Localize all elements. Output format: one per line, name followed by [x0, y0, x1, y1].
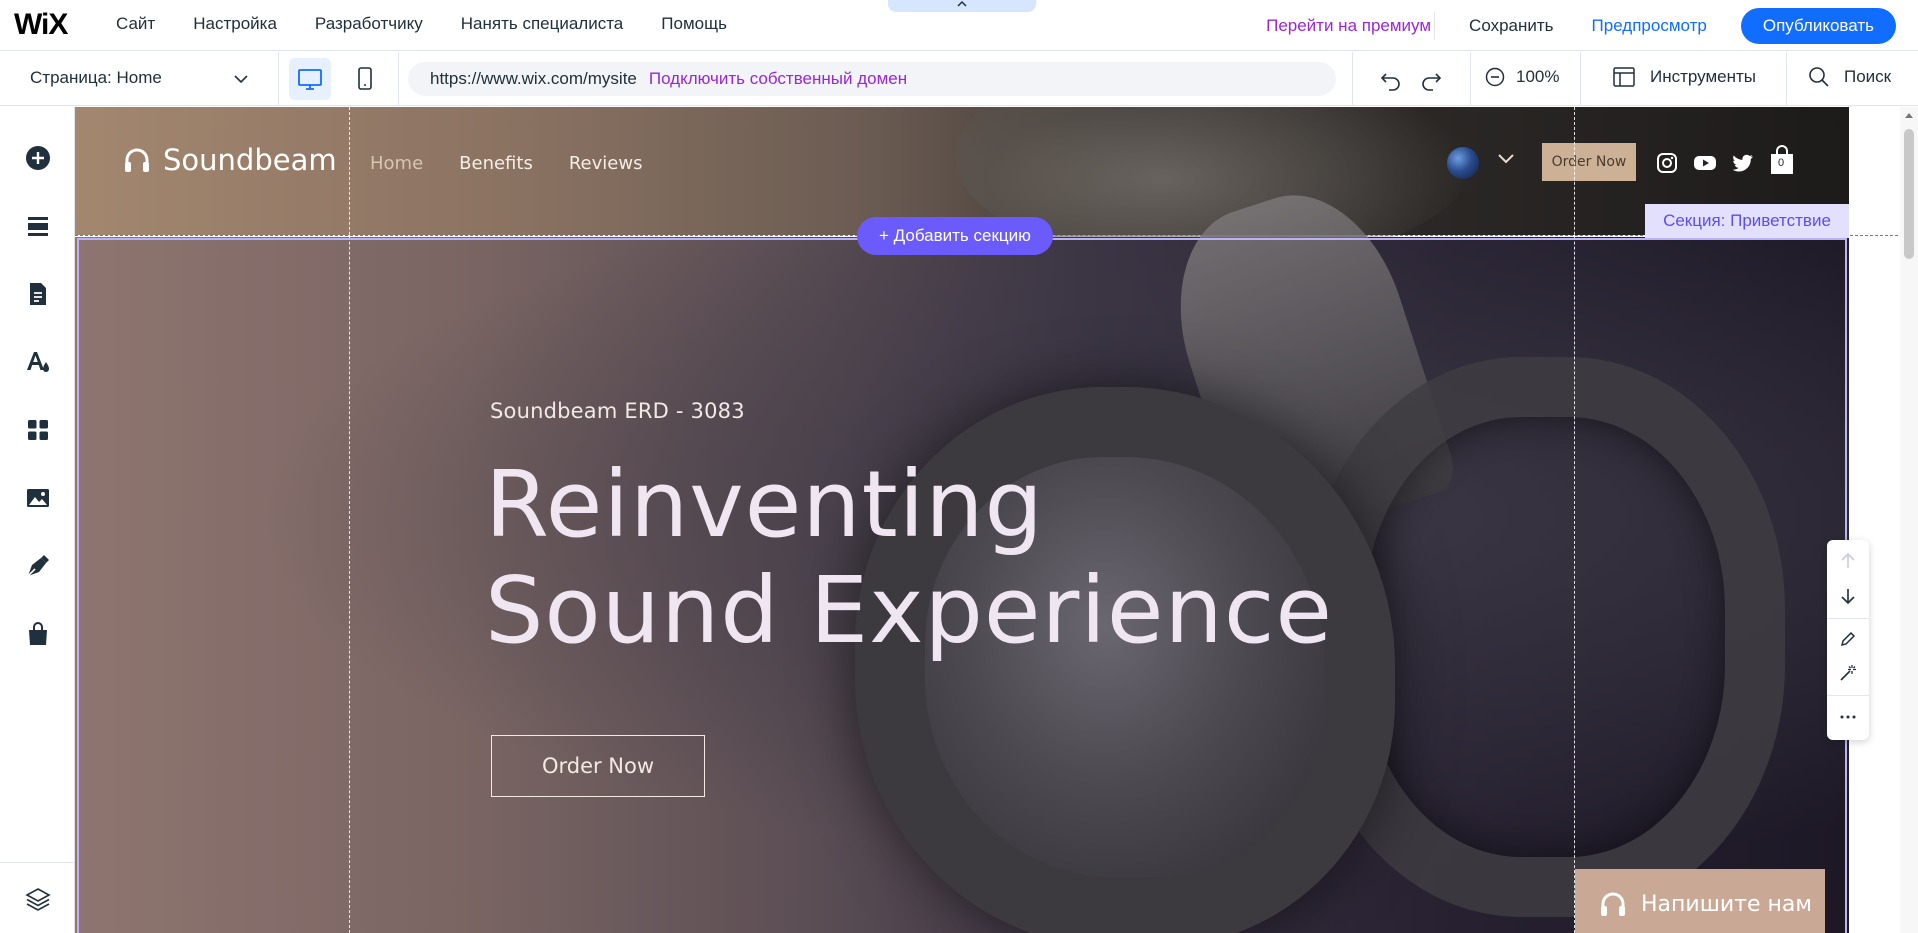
tools-label: Инструменты [1650, 67, 1757, 86]
divider [398, 52, 399, 106]
brand-name: Soundbeam [163, 143, 337, 177]
divider [1352, 52, 1353, 106]
mobile-view-button[interactable] [344, 58, 386, 100]
magic-wand-icon[interactable] [1835, 660, 1861, 686]
search-label: Поиск [1844, 67, 1892, 86]
canvas-scrollbar[interactable] [1900, 107, 1918, 933]
divider [278, 52, 279, 106]
media-icon[interactable] [24, 484, 52, 512]
publish-button[interactable]: Опубликовать [1740, 7, 1896, 44]
site-url-bar[interactable]: https://www.wix.com/mysite Подключить со… [408, 62, 1336, 96]
twitter-icon[interactable] [1731, 151, 1755, 175]
headline-line-2: Sound Experience [485, 557, 1333, 664]
editor-toolbar: Страница: Home https://www.wix.com/mysit… [0, 52, 1918, 106]
divider [0, 862, 75, 863]
header-order-button[interactable]: Order Now [1542, 143, 1636, 181]
chevron-down-icon[interactable] [1495, 147, 1517, 169]
chevron-up-icon [957, 0, 967, 7]
page-label: Страница: [30, 68, 112, 87]
store-icon[interactable] [24, 620, 52, 648]
preview-button[interactable]: Предпросмотр [1592, 16, 1707, 36]
headphones-icon [125, 148, 149, 172]
edit-pencil-icon[interactable] [1835, 626, 1861, 652]
divider [1470, 52, 1471, 106]
grid-guide [349, 107, 350, 933]
menu-hire[interactable]: Нанять специалиста [461, 14, 624, 34]
divider [1827, 618, 1869, 619]
desktop-icon [298, 69, 322, 90]
chat-button[interactable]: Напишите нам [1575, 869, 1825, 933]
nav-benefits[interactable]: Benefits [459, 153, 533, 174]
add-section-button[interactable]: + Добавить секцию [857, 217, 1053, 255]
move-up-icon[interactable] [1835, 548, 1861, 574]
grid-guide [1574, 107, 1575, 933]
site-url[interactable]: https://www.wix.com/mysite [430, 69, 637, 89]
add-icon[interactable] [24, 144, 52, 172]
top-menu: Сайт Настройка Разработчику Нанять специ… [116, 14, 765, 34]
tools-icon [1613, 67, 1635, 87]
redo-icon[interactable] [1418, 66, 1444, 92]
collapse-toolbar-button[interactable] [888, 0, 1036, 12]
sections-icon[interactable] [24, 212, 52, 240]
zoom-control[interactable]: 100% [1484, 66, 1559, 88]
undo-icon[interactable] [1378, 66, 1404, 92]
page-value: Home [116, 68, 162, 87]
divider [1786, 52, 1787, 106]
site-nav: Home Benefits Reviews [370, 153, 642, 174]
scroll-up-icon[interactable] [1904, 111, 1914, 122]
editor-canvas[interactable]: Soundbeam Home Benefits Reviews Order No… [75, 107, 1918, 933]
site-logo[interactable]: Soundbeam [123, 143, 337, 177]
zoom-out-icon[interactable] [1484, 66, 1506, 88]
hero-subtitle[interactable]: Soundbeam ERD - 3083 [490, 399, 745, 423]
chevron-down-icon[interactable] [232, 70, 250, 88]
youtube-icon[interactable] [1693, 151, 1717, 175]
wix-logo[interactable]: WiX [14, 8, 68, 42]
upgrade-premium-link[interactable]: Перейти на премиум [1266, 16, 1431, 36]
section-actions-panel [1827, 540, 1869, 740]
pen-icon[interactable] [24, 552, 52, 580]
menu-dev[interactable]: Разработчику [315, 14, 423, 34]
top-bar: WiX Сайт Настройка Разработчику Нанять с… [0, 0, 1918, 51]
nav-reviews[interactable]: Reviews [569, 153, 643, 174]
instagram-icon[interactable] [1655, 151, 1679, 175]
headphones-icon [1601, 892, 1625, 916]
design-icon[interactable] [24, 348, 52, 376]
language-globe-icon[interactable] [1447, 147, 1479, 179]
headline-line-1: Reinventing [485, 451, 1044, 558]
menu-help[interactable]: Помощь [661, 14, 727, 34]
page-selector[interactable]: Страница: Home [30, 68, 162, 88]
divider [1827, 695, 1869, 696]
cart-count: 0 [1778, 157, 1785, 169]
divider [1434, 12, 1435, 40]
social-bar [1655, 151, 1755, 175]
menu-settings[interactable]: Настройка [193, 14, 277, 34]
hero-order-button[interactable]: Order Now [491, 735, 705, 797]
divider [1580, 52, 1581, 106]
nav-home[interactable]: Home [370, 153, 423, 174]
search-button[interactable]: Поиск [1808, 66, 1891, 88]
save-button[interactable]: Сохранить [1469, 16, 1553, 36]
scroll-thumb[interactable] [1904, 129, 1914, 259]
section-name-tag[interactable]: Секция: Приветствие [1645, 204, 1849, 238]
zoom-level: 100% [1516, 67, 1560, 86]
mobile-icon [358, 67, 372, 90]
move-down-icon[interactable] [1835, 583, 1861, 609]
tools-button[interactable]: Инструменты [1612, 66, 1756, 88]
hero-headline[interactable]: Reinventing Sound Experience [485, 452, 1333, 664]
top-right-actions: Перейти на премиум Сохранить Предпросмот… [1266, 0, 1918, 51]
more-icon[interactable] [1835, 704, 1861, 730]
add-section-label: Добавить секцию [893, 226, 1031, 245]
apps-icon[interactable] [24, 416, 52, 444]
plus-icon: + [879, 226, 894, 245]
left-rail [0, 107, 75, 933]
cart-icon[interactable]: 0 [1769, 145, 1795, 175]
chat-label: Напишите нам [1641, 891, 1812, 917]
pages-icon[interactable] [24, 280, 52, 308]
search-icon [1809, 67, 1829, 87]
layers-icon[interactable] [24, 885, 52, 913]
desktop-view-button[interactable] [289, 58, 331, 100]
connect-domain-link[interactable]: Подключить собственный домен [649, 69, 907, 89]
menu-site[interactable]: Сайт [116, 14, 155, 34]
